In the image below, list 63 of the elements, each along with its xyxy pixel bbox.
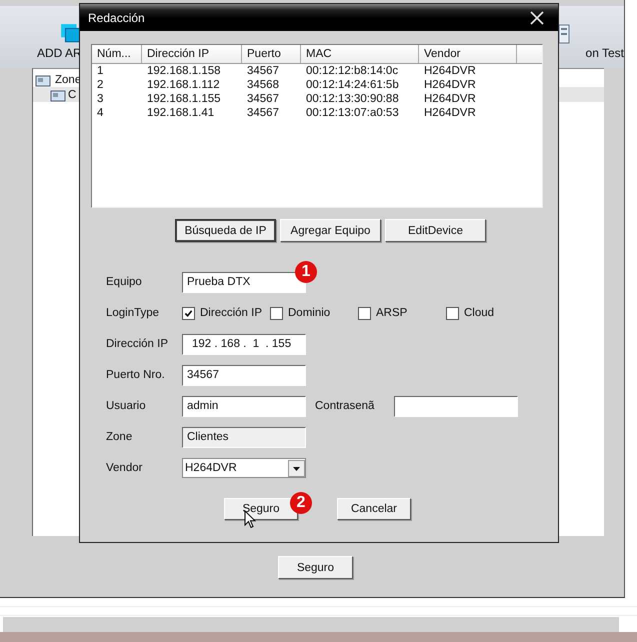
table-cell: 192.168.1.112	[147, 79, 220, 91]
checkbox[interactable]	[270, 306, 283, 320]
field-label: Zone	[106, 431, 134, 443]
dialog-button[interactable]: Seguro	[224, 498, 298, 520]
checkbox-label[interactable]: ARSP	[376, 307, 408, 319]
table-cell: H264DVR	[424, 65, 476, 77]
table-cell: 1	[97, 65, 104, 77]
action-button[interactable]: Búsqueda de IP	[175, 219, 276, 242]
checkbox[interactable]	[182, 306, 195, 320]
checkbox-label[interactable]: Cloud	[464, 307, 494, 319]
column-header[interactable]: Vendor	[419, 45, 517, 63]
ip-address-field[interactable]: 192 . 168 . 1 . 155	[182, 334, 306, 354]
window-title: Redacción	[88, 10, 145, 24]
dropdown[interactable]: H264DVR	[182, 458, 306, 478]
table-cell: 34568	[247, 79, 279, 91]
table-cell: 192.168.1.158	[147, 65, 221, 77]
table-cell: 00:12:13:30:90:88	[306, 93, 399, 105]
table-cell: 2	[97, 79, 104, 91]
table-cell: 192.168.1.41	[147, 107, 214, 119]
tree-item[interactable]: C	[68, 88, 76, 100]
table-cell: 00:12:13:07:a0:53	[306, 107, 399, 119]
checkbox[interactable]	[446, 306, 459, 320]
action-button[interactable]: EditDevice	[385, 219, 486, 242]
table-cell: 3	[97, 93, 104, 105]
callout-badge: 2	[290, 492, 312, 514]
checkbox-label[interactable]: Dominio	[288, 307, 330, 319]
toolbar-label[interactable]: on Test	[586, 46, 624, 60]
folder-icon	[50, 88, 66, 102]
folder-icon	[35, 72, 51, 86]
field-label: Contrasenã	[315, 400, 376, 412]
dialog-button[interactable]: Cancelar	[337, 498, 411, 520]
column-header[interactable]: Dirección IP	[142, 45, 242, 63]
table-cell: 00:12:14:24:61:5b	[306, 79, 399, 91]
field-label: Puerto Nro.	[106, 369, 166, 381]
text-field[interactable]: 34567	[182, 364, 306, 386]
close-icon[interactable]	[530, 10, 544, 24]
scroll-bar[interactable]	[3, 617, 619, 632]
table-cell: 34567	[247, 65, 279, 77]
field-label: Vendor	[106, 462, 144, 474]
table-cell: 192.168.1.155	[147, 93, 221, 105]
column-header[interactable]: Núm...	[92, 45, 142, 63]
table-cell: 00:12:12:b8:14:0c	[306, 65, 398, 77]
table-cell: H264DVR	[424, 107, 476, 119]
ok-button[interactable]: Seguro	[278, 556, 353, 579]
field-label: Dirección IP	[106, 338, 169, 350]
callout-badge: 1	[295, 260, 317, 282]
device-icon[interactable]	[558, 24, 570, 44]
action-button[interactable]: Agregar Equipo	[280, 219, 381, 242]
field-label: Usuario	[106, 400, 147, 412]
field-label: Equipo	[106, 276, 143, 288]
table-cell: 34567	[247, 107, 279, 119]
field-label: LoginType	[106, 307, 160, 319]
checkbox[interactable]	[358, 306, 371, 320]
table-cell: H264DVR	[424, 79, 476, 91]
password-field[interactable]	[394, 396, 518, 416]
column-header	[517, 45, 542, 63]
table-cell: 34567	[247, 93, 279, 105]
table-cell: 4	[97, 107, 104, 119]
text-field[interactable]: admin	[182, 396, 306, 416]
column-header[interactable]: MAC	[301, 45, 419, 63]
checkbox-label[interactable]: Dirección IP	[200, 307, 262, 319]
table-cell: H264DVR	[424, 93, 476, 105]
column-header[interactable]: Puerto	[242, 45, 301, 63]
